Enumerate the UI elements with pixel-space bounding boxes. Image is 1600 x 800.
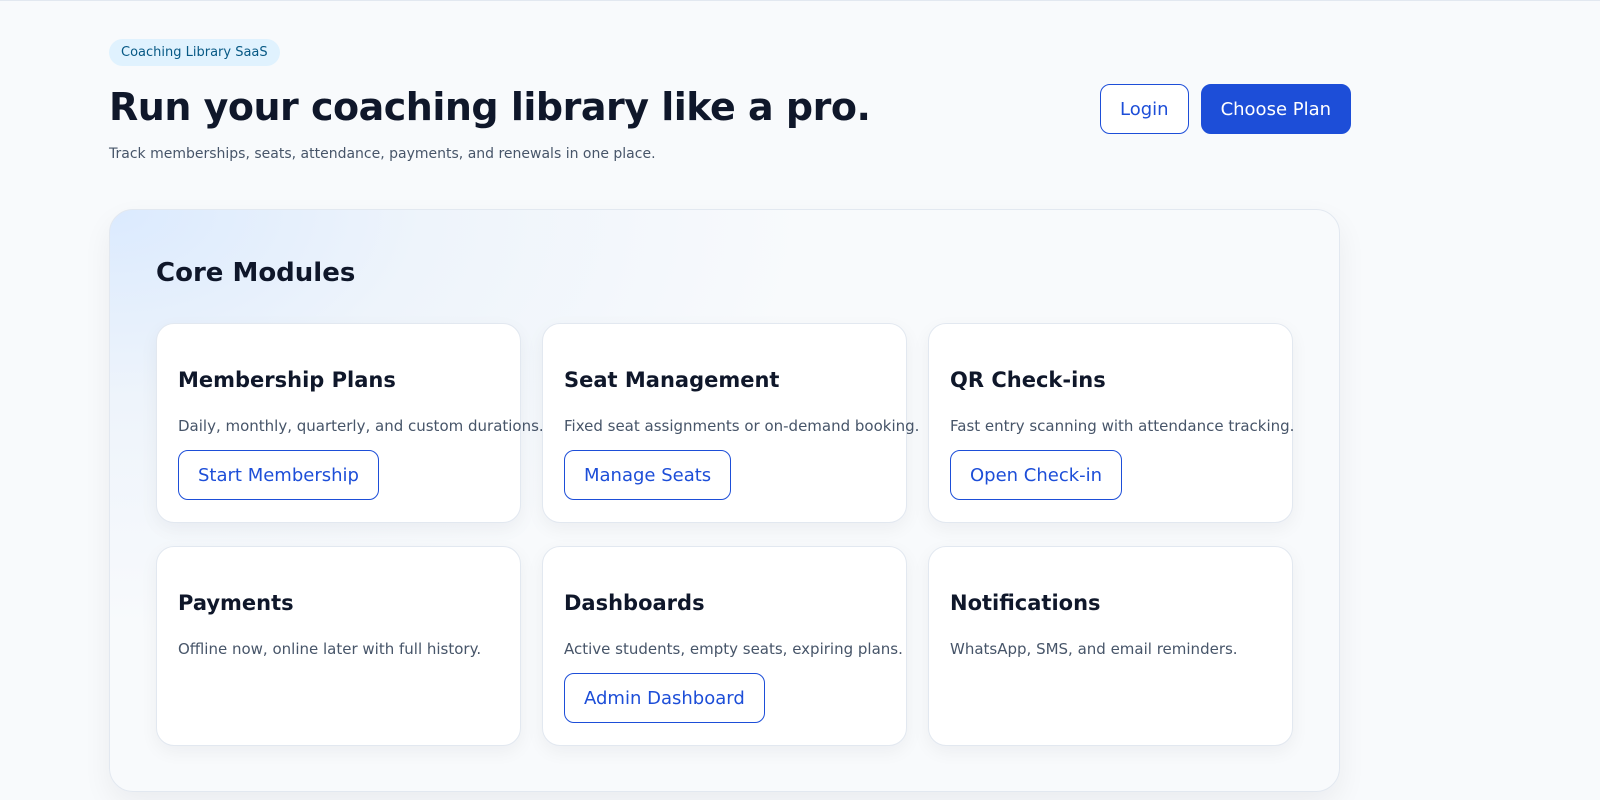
- core-modules-title: Core Modules: [156, 258, 356, 288]
- module-card-description: WhatsApp, SMS, and email reminders.: [950, 640, 1238, 658]
- module-card-title: QR Check-ins: [950, 368, 1106, 392]
- core-modules-panel: Core Modules Membership Plans Daily, mon…: [109, 209, 1340, 792]
- module-card-membership-plans: Membership Plans Daily, monthly, quarter…: [156, 323, 544, 523]
- hero-subtitle: Track memberships, seats, attendance, pa…: [109, 146, 656, 162]
- hero-title: Run your coaching library like a pro.: [109, 85, 871, 129]
- module-card-title: Membership Plans: [178, 368, 396, 392]
- product-badge: Coaching Library SaaS: [109, 39, 280, 66]
- module-card-description: Active students, empty seats, expiring p…: [564, 640, 903, 658]
- admin-dashboard-button[interactable]: Admin Dashboard: [564, 673, 765, 723]
- module-card-description: Offline now, online later with full hist…: [178, 640, 482, 658]
- login-button[interactable]: Login: [1100, 84, 1189, 134]
- module-card-dashboards: Dashboards Active students, empty seats,…: [542, 546, 907, 746]
- module-card-qr-check-ins: QR Check-ins Fast entry scanning with at…: [928, 323, 1295, 523]
- header-actions: Login Choose Plan: [1100, 84, 1352, 134]
- module-card-title: Seat Management: [564, 368, 780, 392]
- module-card-title: Payments: [178, 591, 294, 615]
- module-card-description: Fast entry scanning with attendance trac…: [950, 417, 1295, 435]
- manage-seats-button[interactable]: Manage Seats: [564, 450, 732, 500]
- module-card-title: Dashboards: [564, 591, 705, 615]
- top-divider: [0, 0, 1600, 1]
- module-card-seat-management: Seat Management Fixed seat assignments o…: [542, 323, 919, 523]
- open-check-in-button[interactable]: Open Check-in: [950, 450, 1123, 500]
- module-card-description: Daily, monthly, quarterly, and custom du…: [178, 417, 544, 435]
- choose-plan-button[interactable]: Choose Plan: [1200, 84, 1352, 134]
- start-membership-button[interactable]: Start Membership: [178, 450, 379, 500]
- module-card-description: Fixed seat assignments or on-demand book…: [564, 417, 920, 435]
- module-card-payments: Payments Offline now, online later with …: [156, 546, 521, 746]
- module-card-title: Notifications: [950, 591, 1101, 615]
- module-card-notifications: Notifications WhatsApp, SMS, and email r…: [928, 546, 1293, 746]
